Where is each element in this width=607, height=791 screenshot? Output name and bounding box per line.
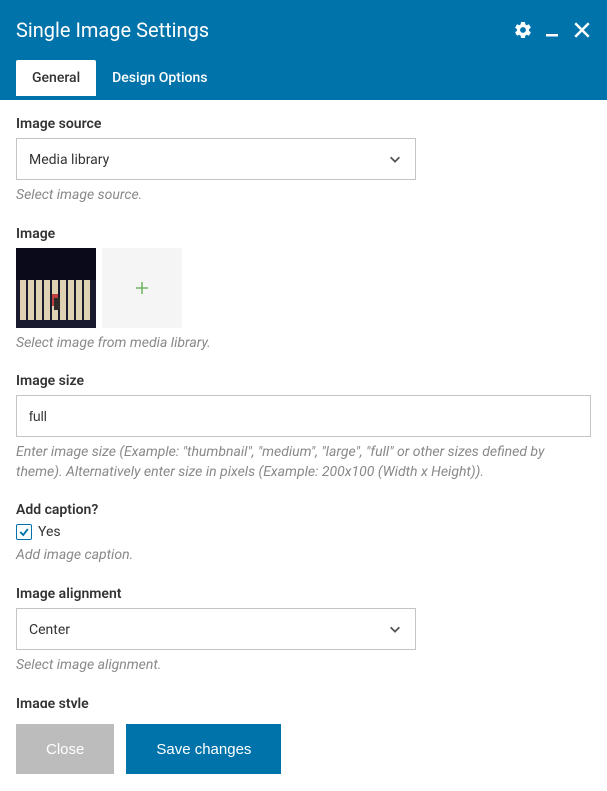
- image-source-label: Image source: [16, 116, 591, 132]
- close-icon[interactable]: [573, 21, 591, 39]
- modal-header: Single Image Settings General Design Opt…: [0, 0, 607, 100]
- header-controls: [513, 20, 591, 40]
- save-button[interactable]: Save changes: [126, 724, 281, 774]
- image-style-label: Image style: [16, 696, 591, 708]
- image-size-input[interactable]: [16, 395, 591, 437]
- add-caption-checkbox-label: Yes: [38, 524, 61, 540]
- field-image-alignment: Image alignment Center Select image alig…: [16, 586, 591, 676]
- tabs: General Design Options: [16, 60, 591, 96]
- image-thumbnail[interactable]: [16, 248, 96, 328]
- image-alignment-select[interactable]: Center: [16, 608, 416, 650]
- field-image-style: Image style: [16, 696, 591, 708]
- tab-general[interactable]: General: [16, 60, 96, 96]
- add-caption-checkbox[interactable]: [16, 524, 32, 540]
- image-alignment-hint: Select image alignment.: [16, 656, 591, 676]
- add-image-button[interactable]: [102, 248, 182, 328]
- field-image-source: Image source Media library Select image …: [16, 116, 591, 206]
- image-size-label: Image size: [16, 373, 591, 389]
- image-source-select[interactable]: Media library: [16, 138, 416, 180]
- image-label: Image: [16, 226, 591, 242]
- gear-icon[interactable]: [513, 20, 533, 40]
- modal-title: Single Image Settings: [16, 18, 209, 42]
- image-source-hint: Select image source.: [16, 186, 591, 206]
- image-size-hint: Enter image size (Example: "thumbnail", …: [16, 443, 591, 482]
- field-add-caption: Add caption? Yes Add image caption.: [16, 502, 591, 566]
- field-image: Image Select image from media library.: [16, 226, 591, 354]
- plus-icon: [134, 280, 150, 296]
- tab-design-options[interactable]: Design Options: [96, 60, 223, 96]
- modal-body: Image source Media library Select image …: [0, 100, 607, 708]
- field-image-size: Image size Enter image size (Example: "t…: [16, 373, 591, 482]
- minimize-icon[interactable]: [545, 22, 561, 38]
- modal-footer: Close Save changes: [0, 708, 607, 791]
- image-alignment-label: Image alignment: [16, 586, 591, 602]
- add-caption-hint: Add image caption.: [16, 546, 591, 566]
- add-caption-label: Add caption?: [16, 502, 591, 518]
- image-hint: Select image from media library.: [16, 334, 591, 354]
- close-button[interactable]: Close: [16, 724, 114, 774]
